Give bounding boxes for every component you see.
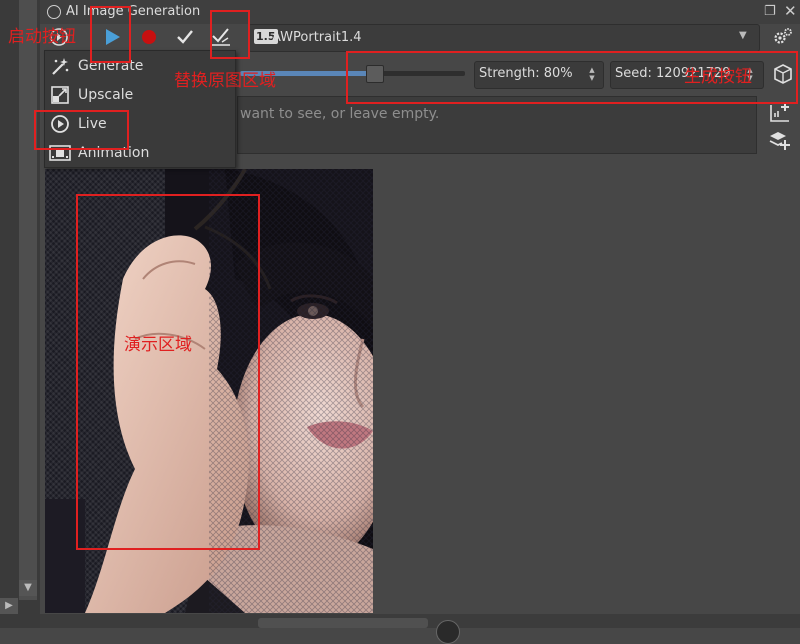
prompt-placeholder: want to see, or leave empty.: [240, 106, 440, 122]
annotation-box-demo: [76, 194, 260, 550]
annotation-label-start: 启动按钮: [8, 27, 76, 47]
check-icon: [177, 30, 193, 44]
annotation-label-demo: 演示区域: [124, 335, 192, 355]
chevron-down-icon[interactable]: ▼: [739, 30, 747, 41]
gear-icon: [774, 28, 792, 44]
annotation-label-replace: 替换原图区域: [174, 71, 276, 91]
panel-title: AI Image Generation: [66, 4, 201, 19]
annotation-box-start: [90, 6, 131, 63]
settings-button[interactable]: [770, 25, 796, 49]
prompt-input[interactable]: [237, 96, 757, 154]
apply-button[interactable]: [170, 23, 200, 51]
model-select-value: AWPortrait1.4: [272, 30, 362, 45]
scroll-right-arrow-icon[interactable]: ▶: [0, 598, 18, 614]
add-layer-button[interactable]: [766, 128, 794, 152]
menu-item-label: Upscale: [78, 87, 134, 103]
add-region-icon: [770, 103, 789, 122]
annotation-box-live: [34, 110, 129, 150]
vertical-scrollbar[interactable]: [19, 0, 37, 600]
ai-icon: [47, 5, 61, 19]
annotation-label-generate: 生成按钮: [684, 67, 752, 87]
bottom-knob[interactable]: [436, 620, 460, 644]
layers-add-icon: [769, 132, 790, 150]
record-button[interactable]: [134, 23, 164, 51]
float-window-icon[interactable]: ❐: [764, 4, 776, 19]
record-icon: [142, 30, 156, 44]
upscale-icon: [48, 85, 72, 105]
generate-icon: [48, 56, 72, 76]
bottom-field[interactable]: [258, 618, 428, 628]
annotation-box-replace: [210, 10, 250, 59]
close-icon[interactable]: ✕: [784, 2, 797, 20]
scroll-down-arrow-icon[interactable]: ▼: [19, 580, 37, 596]
